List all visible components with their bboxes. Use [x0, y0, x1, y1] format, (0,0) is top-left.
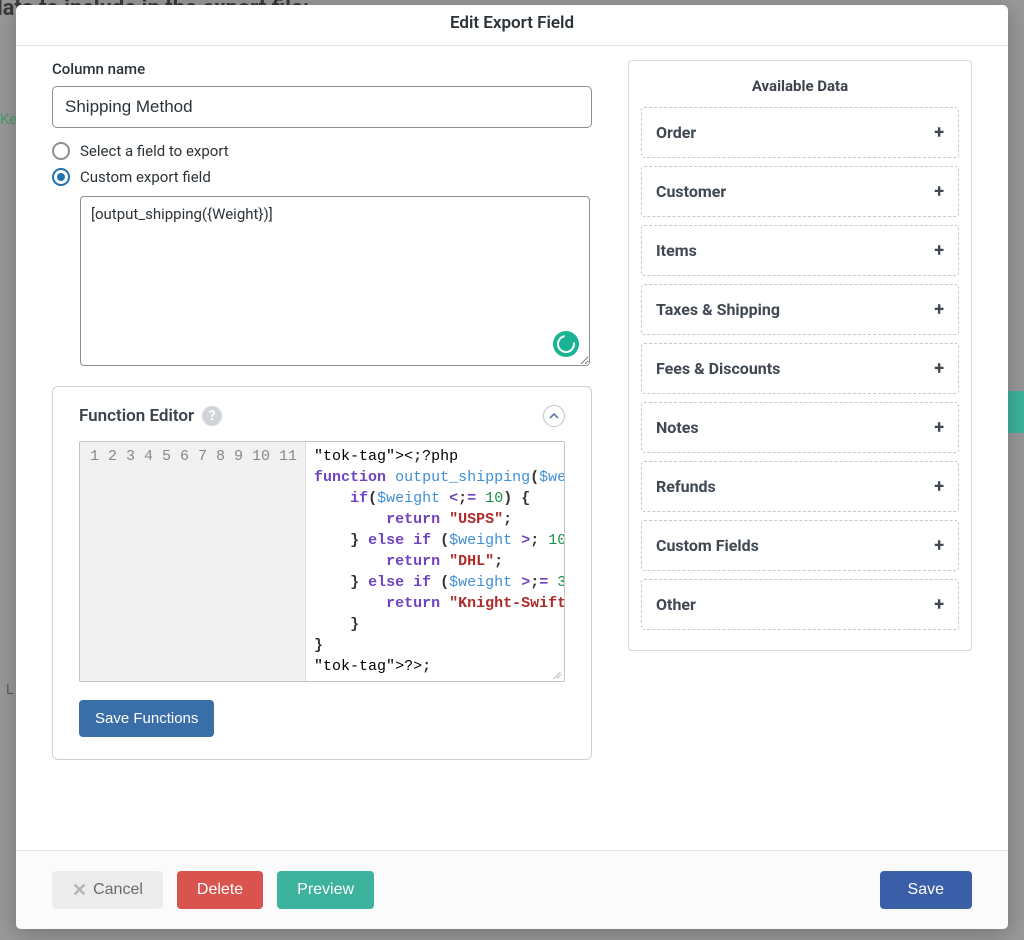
resize-handle-icon[interactable]	[551, 668, 561, 678]
cancel-button[interactable]: ✕ Cancel	[52, 871, 163, 909]
data-group-notes[interactable]: Notes +	[641, 402, 959, 453]
function-editor-title: Function Editor	[79, 406, 194, 426]
code-editor[interactable]: 1 2 3 4 5 6 7 8 9 10 11 "tok-tag"><;?php…	[79, 441, 565, 682]
column-name-input[interactable]	[52, 86, 592, 128]
column-name-label: Column name	[52, 60, 592, 78]
custom-field-snippet-input[interactable]: [output_shipping({Weight})]	[80, 196, 590, 366]
modal-footer: ✕ Cancel Delete Preview Save	[16, 850, 1008, 929]
left-column: Column name Select a field to export Cus…	[52, 60, 592, 842]
chevron-up-icon	[549, 411, 559, 421]
data-group-customer[interactable]: Customer +	[641, 166, 959, 217]
modal-title: Edit Export Field	[16, 13, 1008, 33]
data-group-custom-fields[interactable]: Custom Fields +	[641, 520, 959, 571]
help-icon[interactable]: ?	[202, 406, 222, 426]
delete-button[interactable]: Delete	[177, 871, 263, 909]
data-group-items[interactable]: Items +	[641, 225, 959, 276]
function-editor-panel: Function Editor ? 1 2 3 4 5 6 7 8 9 10 1…	[52, 386, 592, 760]
backdrop-l-fragment: L	[6, 682, 14, 698]
radio-selected-icon[interactable]	[52, 168, 70, 186]
data-group-label: Taxes & Shipping	[656, 300, 780, 319]
preview-button[interactable]: Preview	[277, 871, 374, 909]
data-group-label: Refunds	[656, 477, 716, 496]
modal-body: Column name Select a field to export Cus…	[16, 46, 1008, 850]
plus-icon: +	[934, 535, 944, 556]
save-functions-button[interactable]: Save Functions	[79, 700, 214, 737]
plus-icon: +	[934, 122, 944, 143]
data-group-label: Customer	[656, 182, 726, 201]
function-editor-header: Function Editor ?	[79, 405, 565, 427]
plus-icon: +	[934, 417, 944, 438]
close-icon: ✕	[72, 886, 87, 895]
data-group-fees-discounts[interactable]: Fees & Discounts +	[641, 343, 959, 394]
backdrop-ke-fragment: Ke	[0, 110, 17, 128]
right-column: Available Data Order+Customer+Items+Taxe…	[628, 60, 972, 842]
data-group-label: Items	[656, 241, 697, 260]
code-lines[interactable]: "tok-tag"><;?php function output_shippin…	[306, 442, 564, 681]
data-group-refunds[interactable]: Refunds +	[641, 461, 959, 512]
save-button[interactable]: Save	[880, 871, 972, 909]
plus-icon: +	[934, 594, 944, 615]
data-group-label: Fees & Discounts	[656, 359, 780, 378]
plus-icon: +	[934, 476, 944, 497]
cancel-label: Cancel	[93, 881, 143, 899]
data-group-order[interactable]: Order +	[641, 107, 959, 158]
code-gutter: 1 2 3 4 5 6 7 8 9 10 11	[80, 442, 306, 681]
grammarly-icon[interactable]	[553, 331, 579, 357]
radio-custom-field[interactable]: Custom export field	[52, 168, 592, 186]
plus-icon: +	[934, 240, 944, 261]
radio-custom-label: Custom export field	[80, 168, 211, 186]
data-group-label: Other	[656, 595, 696, 614]
data-group-label: Notes	[656, 418, 699, 437]
modal-header: Edit Export Field	[16, 5, 1008, 46]
radio-select-label: Select a field to export	[80, 142, 229, 160]
radio-unselected-icon[interactable]	[52, 142, 70, 160]
plus-icon: +	[934, 299, 944, 320]
data-group-label: Custom Fields	[656, 536, 759, 555]
collapse-button[interactable]	[543, 405, 565, 427]
radio-select-field[interactable]: Select a field to export	[52, 142, 592, 160]
data-group-label: Order	[656, 123, 696, 142]
available-data-title: Available Data	[641, 73, 959, 107]
snippet-text: [output_shipping({Weight})]	[91, 205, 273, 223]
plus-icon: +	[934, 181, 944, 202]
data-group-taxes-shipping[interactable]: Taxes & Shipping +	[641, 284, 959, 335]
edit-export-field-modal: Edit Export Field Column name Select a f…	[16, 5, 1008, 929]
plus-icon: +	[934, 358, 944, 379]
available-data-panel: Available Data Order+Customer+Items+Taxe…	[628, 60, 972, 651]
data-group-other[interactable]: Other +	[641, 579, 959, 630]
